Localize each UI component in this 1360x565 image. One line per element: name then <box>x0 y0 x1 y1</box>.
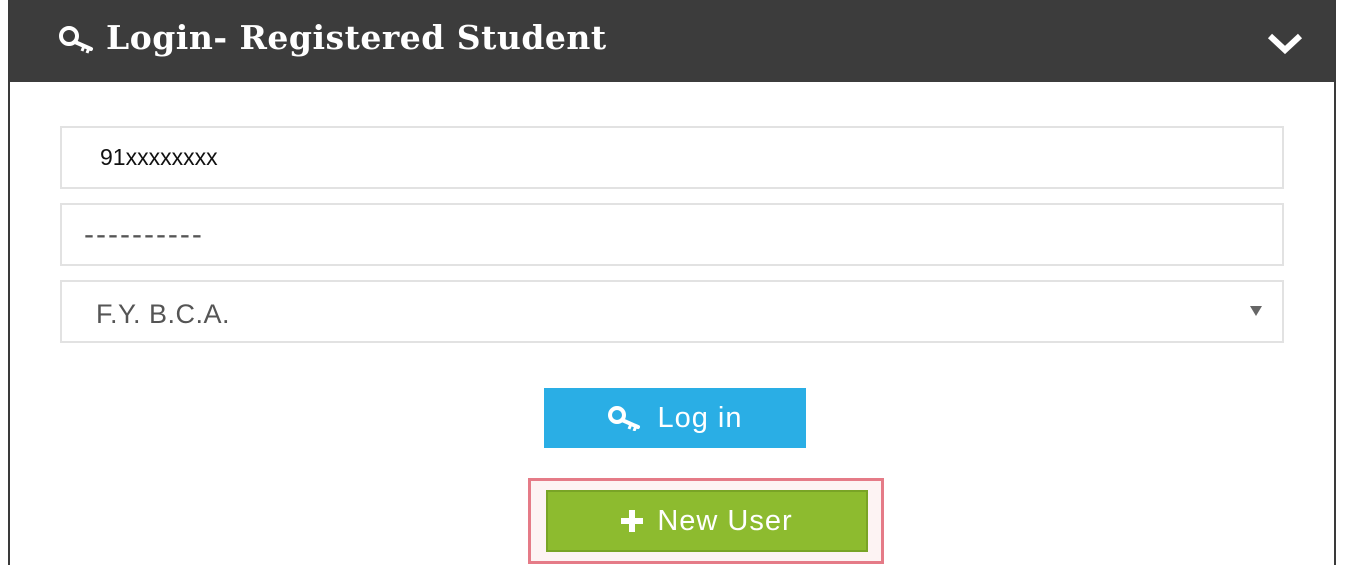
password-field-wrapper <box>60 203 1284 266</box>
phone-input[interactable] <box>62 128 1282 187</box>
panel-title: Login- Registered Student <box>106 18 607 57</box>
phone-field-wrapper <box>60 126 1284 189</box>
password-input[interactable] <box>62 205 1282 264</box>
caret-down-icon <box>1250 306 1262 316</box>
login-button[interactable]: Log in <box>544 388 806 448</box>
key-icon <box>59 26 93 54</box>
plus-icon <box>621 510 644 532</box>
panel-header: Login- Registered Student <box>10 0 1334 82</box>
course-selected-value: F.Y. B.C.A. <box>96 299 231 329</box>
new-user-button-label: New User <box>657 504 793 537</box>
course-select[interactable]: F.Y. B.C.A. <box>60 280 1284 343</box>
login-button-label: Log in <box>657 401 743 434</box>
key-icon <box>608 406 641 431</box>
chevron-down-icon[interactable] <box>1266 30 1304 56</box>
new-user-button[interactable]: New User <box>546 490 868 552</box>
login-panel: Login- Registered Student F.Y. B.C.A. Lo… <box>8 0 1336 565</box>
